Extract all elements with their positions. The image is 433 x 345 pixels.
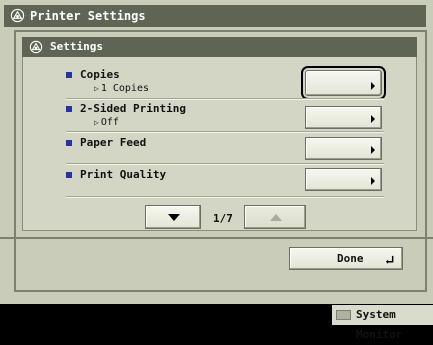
triangle-up-icon: [270, 214, 282, 221]
chevron-right-icon: [371, 115, 375, 123]
chevron-right-icon: [371, 146, 375, 154]
two-sided-setting-button[interactable]: [305, 106, 382, 129]
panel-title-bar: Settings: [22, 37, 417, 57]
value-indicator-icon: ▷: [94, 118, 99, 127]
list-bullet: [66, 106, 72, 112]
page-indicator: 1/7: [213, 212, 233, 225]
row-divider: [66, 131, 384, 133]
page-down-button[interactable]: [145, 205, 201, 229]
triangle-down-icon: [168, 214, 180, 221]
chevron-right-icon: [371, 82, 375, 90]
copies-setting-button[interactable]: [301, 66, 386, 100]
list-bullet: [66, 72, 72, 78]
page-up-button[interactable]: [244, 205, 306, 229]
setting-label-paper-feed: Paper Feed: [80, 136, 147, 149]
window-title-bar: Printer Settings: [4, 5, 426, 27]
system-monitor-button[interactable]: System Monitor: [332, 305, 433, 341]
printer-settings-icon: [10, 8, 25, 23]
row-divider: [66, 196, 384, 198]
list-bullet: [66, 140, 72, 146]
list-bullet: [66, 172, 72, 178]
panel-title: Settings: [50, 40, 103, 53]
chevron-right-icon: [371, 177, 375, 185]
row-divider: [66, 98, 384, 100]
printer-settings-window: Printer Settings Settings Copies ▷ 1 Copi…: [0, 0, 433, 304]
row-divider: [66, 163, 384, 165]
setting-value-copies: ▷ 1 Copies: [94, 83, 149, 94]
window-title: Printer Settings: [30, 9, 146, 23]
paper-feed-setting-button[interactable]: [305, 137, 382, 160]
setting-label-copies: Copies: [80, 68, 120, 81]
setting-label-print-quality: Print Quality: [80, 168, 167, 181]
value-indicator-icon: ▷: [94, 84, 99, 93]
system-monitor-icon: [336, 310, 351, 320]
setting-value-2-sided: ▷ Off: [94, 117, 119, 128]
screen: Printer Settings Settings Copies ▷ 1 Copi…: [0, 0, 433, 341]
print-quality-setting-button[interactable]: [305, 168, 382, 191]
setting-label-2-sided: 2-Sided Printing: [80, 102, 186, 115]
done-label: Done: [337, 252, 364, 265]
return-arrow-icon: [385, 255, 394, 264]
done-button[interactable]: Done: [289, 247, 403, 270]
settings-icon: [29, 40, 43, 54]
